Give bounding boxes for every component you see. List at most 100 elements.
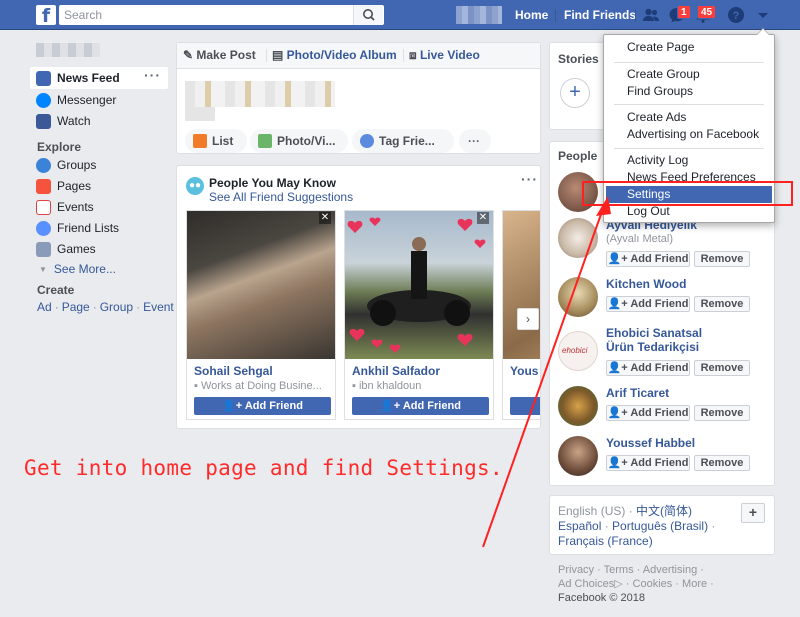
language-link[interactable]: 中文(简体) bbox=[636, 504, 692, 518]
current-language: English (US) bbox=[558, 504, 626, 518]
tag-friends-button[interactable]: Tag Frie... bbox=[352, 129, 454, 153]
more-languages-plus-icon[interactable]: + bbox=[741, 503, 765, 523]
add-friend-button[interactable]: 👤+ Add Friend bbox=[606, 405, 690, 421]
people-name[interactable]: Youssef Habbel bbox=[606, 436, 695, 450]
sidebar-item-friend-lists[interactable]: Friend Lists bbox=[36, 219, 119, 237]
add-friend-button[interactable] bbox=[510, 397, 540, 415]
menu-item-advertising-on-facebook[interactable]: Advertising on Facebook bbox=[604, 126, 774, 143]
menu-item-create-page[interactable]: Create Page bbox=[604, 39, 774, 56]
sidebar-item-news-feed[interactable]: News Feed ··· bbox=[30, 67, 168, 89]
pymk-more-icon[interactable]: ··· bbox=[521, 171, 538, 187]
create-page-link[interactable]: Page bbox=[62, 300, 90, 314]
annotation-text: Get into home page and find Settings. bbox=[24, 456, 503, 480]
menu-item-create-ads[interactable]: Create Ads bbox=[604, 109, 774, 126]
sidebar-item-watch[interactable]: Watch bbox=[36, 112, 91, 130]
suggestion-photo[interactable] bbox=[345, 211, 493, 359]
people-name-line2[interactable]: Ürün Tedarikçisi bbox=[606, 340, 699, 354]
suggestion-photo[interactable] bbox=[503, 211, 540, 359]
composer-avatar-blurred bbox=[185, 107, 215, 121]
menu-item-activity-log[interactable]: Activity Log bbox=[604, 152, 774, 169]
search-button[interactable] bbox=[353, 5, 383, 25]
search-input[interactable] bbox=[60, 6, 350, 24]
sidebar-item-groups[interactable]: Groups bbox=[36, 156, 96, 174]
footer-privacy-link[interactable]: Privacy bbox=[558, 564, 594, 576]
tab-photo-video-album[interactable]: ▤ Photo/Video Album bbox=[272, 48, 397, 62]
menu-item-create-group[interactable]: Create Group bbox=[604, 66, 774, 83]
language-link[interactable]: Português (Brasil) bbox=[612, 519, 708, 533]
remove-button[interactable]: Remove bbox=[694, 251, 750, 267]
people-row: Kitchen Wood 👤+ Add Friend Remove bbox=[558, 277, 768, 321]
account-menu-chevron-down-icon[interactable] bbox=[754, 6, 772, 24]
sidebar-item-games[interactable]: Games bbox=[36, 240, 96, 258]
add-friend-button[interactable]: 👤+ Add Friend bbox=[194, 397, 331, 415]
language-link[interactable]: Français (France) bbox=[558, 534, 653, 548]
remove-button[interactable]: Remove bbox=[694, 296, 750, 312]
nav-separator bbox=[555, 9, 556, 22]
remove-button[interactable]: Remove bbox=[694, 405, 750, 421]
composer-input-blurred[interactable] bbox=[185, 81, 335, 107]
menu-item-find-groups[interactable]: Find Groups bbox=[604, 83, 774, 100]
avatar[interactable]: ehobici bbox=[558, 331, 598, 371]
sidebar-item-pages[interactable]: Pages bbox=[36, 177, 91, 195]
news-feed-more-icon[interactable]: ··· bbox=[144, 67, 161, 83]
sidebar-item-messenger[interactable]: Messenger bbox=[36, 91, 116, 109]
avatar[interactable] bbox=[558, 386, 598, 426]
suggestion-name[interactable]: Yous bbox=[510, 364, 538, 378]
help-icon[interactable]: ? bbox=[727, 6, 745, 24]
find-friends-link[interactable]: Find Friends bbox=[564, 8, 636, 22]
people-name[interactable]: Kitchen Wood bbox=[606, 277, 686, 291]
ad-choices-icon: ▷ bbox=[614, 578, 623, 590]
see-all-suggestions-link[interactable]: See All Friend Suggestions bbox=[209, 190, 353, 204]
add-story-plus-icon[interactable]: + bbox=[560, 78, 590, 108]
suggestion-name[interactable]: Sohail Sehgal bbox=[194, 364, 273, 378]
avatar[interactable] bbox=[558, 436, 598, 476]
profile-avatar[interactable] bbox=[456, 6, 502, 24]
avatar[interactable] bbox=[558, 218, 598, 258]
remove-button[interactable]: Remove bbox=[694, 360, 750, 376]
carousel-next-chevron-right-icon[interactable]: › bbox=[517, 308, 539, 330]
tab-make-post[interactable]: ✎ Make Post bbox=[183, 48, 256, 62]
album-icon: ▤ bbox=[272, 48, 287, 62]
dismiss-suggestion-close-icon[interactable]: ✕ bbox=[319, 212, 331, 224]
footer-ad-choices-link[interactable]: Ad Choices bbox=[558, 578, 614, 590]
add-friend-button[interactable]: 👤+ Add Friend bbox=[606, 455, 690, 471]
add-friend-button[interactable]: 👤+ Add Friend bbox=[352, 397, 489, 415]
create-group-link[interactable]: Group bbox=[100, 300, 133, 314]
footer-cookies-link[interactable]: Cookies bbox=[633, 578, 673, 590]
search-box bbox=[59, 5, 384, 25]
chevron-down-icon: ▼ bbox=[39, 264, 47, 274]
list-button[interactable]: List bbox=[185, 129, 247, 153]
people-name[interactable]: Ehobici Sanatsal bbox=[606, 326, 702, 340]
sidebar-item-events[interactable]: Events bbox=[36, 198, 94, 216]
add-friend-button[interactable]: 👤+ Add Friend bbox=[606, 251, 690, 267]
friend-requests-icon[interactable] bbox=[642, 6, 660, 24]
facebook-logo-icon[interactable]: f bbox=[36, 5, 56, 25]
language-list: English (US) · 中文(简体) Español · Portuguê… bbox=[558, 504, 716, 548]
school-icon: ▪ bbox=[352, 380, 359, 392]
composer-more-button[interactable]: ··· bbox=[459, 129, 491, 153]
footer-terms-link[interactable]: Terms bbox=[604, 564, 634, 576]
avatar[interactable] bbox=[558, 277, 598, 317]
language-link[interactable]: Español bbox=[558, 519, 601, 533]
suggestion-name[interactable]: Ankhil Salfador bbox=[352, 364, 440, 378]
ehobici-logo-icon: ehobici bbox=[562, 346, 588, 355]
left-nav-profile-name[interactable] bbox=[36, 43, 100, 57]
messenger-icon bbox=[36, 92, 51, 108]
photo-video-button[interactable]: Photo/Vi... bbox=[250, 129, 348, 153]
suggestion-photo[interactable] bbox=[187, 211, 335, 359]
people-name[interactable]: Arif Ticaret bbox=[606, 386, 669, 400]
tab-live-video[interactable]: ⧈ Live Video bbox=[409, 48, 480, 63]
create-ad-link[interactable]: Ad bbox=[37, 300, 52, 314]
dismiss-suggestion-close-icon[interactable]: ✕ bbox=[477, 212, 489, 224]
footer-more-link[interactable]: More bbox=[682, 578, 707, 590]
create-event-link[interactable]: Event bbox=[143, 300, 174, 314]
suggestion-detail: ▪ ibn khaldoun bbox=[352, 380, 422, 392]
add-friend-button[interactable]: 👤+ Add Friend bbox=[606, 296, 690, 312]
people-row: ehobici Ehobici Sanatsal Ürün Tedarikçis… bbox=[558, 326, 768, 380]
see-more-link[interactable]: See More... bbox=[54, 262, 116, 276]
remove-button[interactable]: Remove bbox=[694, 455, 750, 471]
add-friend-button[interactable]: 👤+ Add Friend bbox=[606, 360, 690, 376]
footer-advertising-link[interactable]: Advertising bbox=[643, 564, 697, 576]
home-link[interactable]: Home bbox=[515, 8, 548, 22]
sidebar-see-more[interactable]: ▼ See More... bbox=[36, 260, 116, 278]
